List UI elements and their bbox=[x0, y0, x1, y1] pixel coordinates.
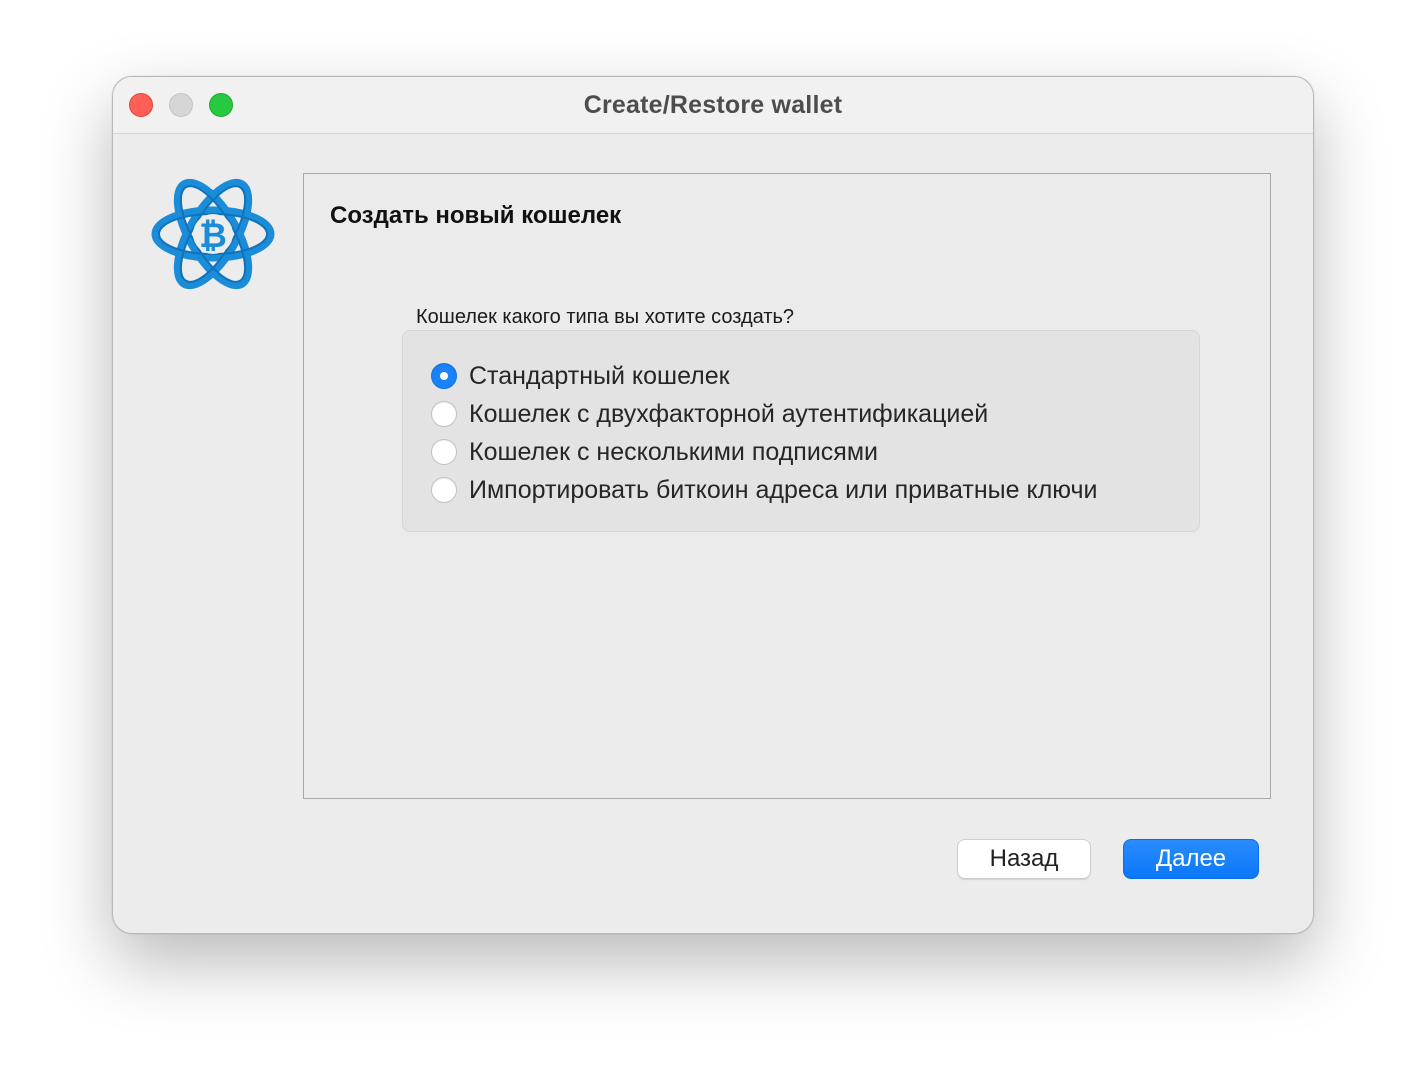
next-button[interactable]: Далее bbox=[1123, 839, 1259, 879]
page-heading: Создать новый кошелек bbox=[330, 202, 622, 229]
electrum-bitcoin-atom-icon: ₿ bbox=[151, 178, 275, 290]
back-button[interactable]: Назад bbox=[957, 839, 1091, 879]
title-bar[interactable]: Create/Restore wallet bbox=[113, 77, 1313, 134]
option-label: Кошелек с несколькими подписями bbox=[469, 437, 878, 466]
wallet-type-group: Стандартный кошелек Кошелек с двухфактор… bbox=[402, 330, 1200, 532]
wizard-content-panel: Создать новый кошелек Кошелек какого тип… bbox=[303, 173, 1271, 799]
option-2fa-wallet[interactable]: Кошелек с двухфакторной аутентификацией bbox=[431, 399, 988, 429]
create-restore-wallet-window: Create/Restore wallet ₿ Создать новый ко… bbox=[112, 76, 1314, 934]
radio-button[interactable] bbox=[431, 439, 457, 465]
option-label: Стандартный кошелек bbox=[469, 361, 730, 390]
radio-button[interactable] bbox=[431, 477, 457, 503]
wallet-type-question: Кошелек какого типа вы хотите создать? bbox=[416, 306, 795, 328]
option-label: Импортировать биткоин адреса или приватн… bbox=[469, 475, 1098, 504]
option-standard-wallet[interactable]: Стандартный кошелек bbox=[431, 361, 730, 391]
option-import-keys[interactable]: Импортировать биткоин адреса или приватн… bbox=[431, 475, 1097, 505]
window-title: Create/Restore wallet bbox=[583, 91, 843, 119]
svg-text:₿: ₿ bbox=[199, 216, 227, 256]
option-multisig-wallet[interactable]: Кошелек с несколькими подписями bbox=[431, 437, 878, 467]
radio-button[interactable] bbox=[431, 401, 457, 427]
option-label: Кошелек с двухфакторной аутентификацией bbox=[469, 399, 989, 428]
radio-button-checked[interactable] bbox=[431, 363, 457, 389]
